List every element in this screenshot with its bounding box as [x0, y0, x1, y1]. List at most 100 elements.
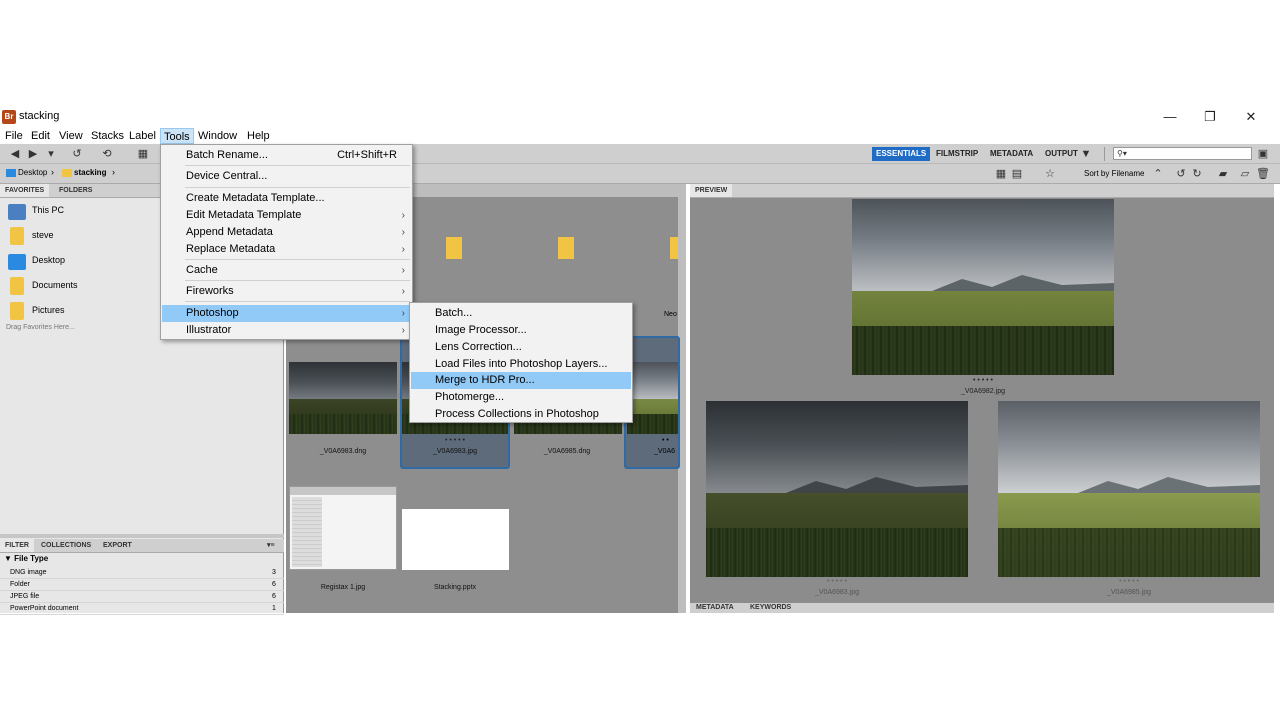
menu-item-cache[interactable]: Cache › — [162, 262, 411, 279]
history-dropdown-icon[interactable]: ▾ — [44, 147, 58, 161]
panel-splitter[interactable] — [0, 534, 284, 538]
compact-mode-icon[interactable]: ▣ — [1256, 147, 1270, 161]
submenu-item-photomerge[interactable]: Photomerge... — [411, 389, 631, 406]
metadata-tabbar: METADATA KEYWORDS — [690, 603, 1274, 613]
tab-folders[interactable]: FOLDERS — [54, 184, 97, 197]
filter-row[interactable]: JPEG file 6 — [0, 591, 284, 603]
favorite-label: This PC — [32, 205, 65, 215]
thumbnail-image[interactable] — [289, 362, 397, 434]
delete-icon[interactable]: 🗑 — [1256, 167, 1270, 181]
tab-export[interactable]: EXPORT — [98, 539, 137, 552]
grid-view-icon[interactable]: ▦ — [994, 167, 1008, 181]
camera-import-icon[interactable]: ▦ — [136, 147, 150, 161]
workspace-filmstrip[interactable]: FILMSTRIP — [932, 147, 982, 161]
folder-label-neo: Neo — [664, 311, 677, 318]
collapse-triangle-icon: ▼ — [4, 554, 12, 563]
menu-separator — [185, 165, 410, 166]
menu-item-create-metadata-template[interactable]: Create Metadata Template... — [162, 190, 411, 207]
tab-favorites[interactable]: FAVORITES — [0, 184, 50, 197]
rating-dots[interactable]: • • — [662, 437, 669, 444]
return-icon[interactable]: ↺ — [70, 147, 84, 161]
menu-file[interactable]: File — [2, 128, 26, 144]
workspace-essentials[interactable]: ESSENTIALS — [872, 147, 931, 161]
sort-direction-icon[interactable]: ⌃ — [1151, 167, 1165, 181]
sort-dropdown[interactable]: Sort by Filename — [1084, 169, 1144, 178]
back-icon[interactable]: ◀ — [8, 147, 22, 161]
thumbnail-image[interactable] — [402, 509, 509, 570]
forward-icon[interactable]: ▶ — [26, 147, 40, 161]
tab-preview[interactable]: PREVIEW — [690, 184, 733, 197]
menu-item-device-central[interactable]: Device Central... — [162, 168, 411, 185]
thumbnail-image[interactable] — [289, 486, 397, 570]
menu-item-append-metadata[interactable]: Append Metadata › — [162, 224, 411, 241]
filter-row[interactable]: Folder 6 — [0, 579, 284, 591]
folder-icon[interactable] — [558, 237, 574, 259]
breadcrumb-stacking[interactable]: stacking — [74, 168, 106, 177]
minimize-button[interactable]: — — [1150, 108, 1190, 126]
filter-row-count: 1 — [272, 605, 276, 612]
menu-window[interactable]: Window — [195, 128, 240, 144]
submenu-item-image-processor[interactable]: Image Processor... — [411, 322, 631, 339]
menu-label[interactable]: Label — [126, 128, 159, 144]
menu-item-photoshop[interactable]: Photoshop › — [162, 305, 411, 322]
workspace-menu-chevron-icon[interactable]: ▼ — [1079, 147, 1093, 161]
tab-filter[interactable]: FILTER — [0, 539, 34, 552]
rating-dots[interactable]: • • • • • — [998, 578, 1260, 585]
tab-keywords[interactable]: KEYWORDS — [750, 604, 791, 611]
filter-row[interactable]: PowerPoint document 1 — [0, 603, 284, 615]
breadcrumb-separator-icon: › — [51, 167, 54, 177]
preview-label: _V0A6983.jpg — [815, 589, 859, 596]
window-title: stacking — [19, 110, 60, 122]
menu-item-edit-metadata-template[interactable]: Edit Metadata Template › — [162, 207, 411, 224]
submenu-item-process-collections[interactable]: Process Collections in Photoshop — [411, 406, 631, 423]
search-icon: ⚲▾ — [1117, 149, 1127, 158]
filter-section-file-type[interactable]: ▼ File Type — [4, 554, 48, 563]
thumbnail-quality-icon[interactable]: ▤ — [1010, 167, 1024, 181]
submenu-item-load-files-into-layers[interactable]: Load Files into Photoshop Layers... — [411, 356, 631, 373]
menu-view[interactable]: View — [56, 128, 86, 144]
menu-item-shortcut: Ctrl+Shift+R — [337, 149, 397, 161]
workspace-metadata[interactable]: METADATA — [986, 147, 1037, 161]
submenu-item-batch[interactable]: Batch... — [411, 305, 631, 322]
thumbnail-image[interactable] — [627, 362, 678, 434]
menu-edit[interactable]: Edit — [28, 128, 53, 144]
submenu-arrow-icon: › — [401, 210, 405, 221]
rotate-left-icon[interactable]: ↺ — [1174, 167, 1188, 181]
workspace-output[interactable]: OUTPUT — [1041, 147, 1082, 161]
filter-row[interactable]: DNG image 3 — [0, 567, 284, 579]
boomerang-icon[interactable]: ⟲ — [100, 147, 114, 161]
menu-item-fireworks[interactable]: Fireworks › — [162, 283, 411, 300]
tab-metadata[interactable]: METADATA — [696, 604, 734, 611]
menu-separator — [185, 187, 410, 188]
rating-dots[interactable]: • • • • • — [400, 437, 510, 444]
menu-help[interactable]: Help — [244, 128, 273, 144]
submenu-item-merge-to-hdr-pro[interactable]: Merge to HDR Pro... — [411, 372, 631, 389]
tab-collections[interactable]: COLLECTIONS — [36, 539, 96, 552]
folder-icon[interactable] — [446, 237, 462, 259]
menu-tools[interactable]: Tools — [160, 128, 194, 144]
preview-image[interactable] — [998, 401, 1260, 577]
menu-stacks[interactable]: Stacks — [88, 128, 127, 144]
rating-dots[interactable]: • • • • • — [852, 377, 1114, 384]
submenu-item-lens-correction[interactable]: Lens Correction... — [411, 339, 631, 356]
close-button[interactable]: ✕ — [1231, 108, 1271, 126]
restore-button[interactable]: ❐ — [1190, 108, 1230, 126]
star-filter-icon[interactable]: ☆ — [1043, 167, 1057, 181]
breadcrumb-separator-icon: › — [112, 167, 115, 177]
documents-icon — [10, 277, 24, 295]
menu-item-batch-rename[interactable]: Batch Rename... Ctrl+Shift+R — [162, 147, 411, 164]
rotate-right-icon[interactable]: ↻ — [1190, 167, 1204, 181]
submenu-arrow-icon: › — [401, 244, 405, 255]
menu-item-replace-metadata[interactable]: Replace Metadata › — [162, 241, 411, 258]
panel-menu-icon[interactable]: ▾≡ — [262, 539, 280, 552]
folder-icon[interactable] — [670, 237, 678, 259]
search-input[interactable]: ⚲▾ — [1113, 147, 1252, 160]
breadcrumb-desktop[interactable]: Desktop — [18, 168, 47, 177]
rating-dots[interactable]: • • • • • — [706, 578, 968, 585]
new-folder-icon[interactable]: ▱ — [1238, 167, 1252, 181]
preview-image[interactable] — [852, 199, 1114, 375]
filter-tabbar: FILTER COLLECTIONS EXPORT ▾≡ — [0, 539, 284, 553]
preview-image[interactable] — [706, 401, 968, 577]
menu-item-illustrator[interactable]: Illustrator › — [162, 322, 411, 339]
open-recent-icon[interactable]: ▰ — [1216, 167, 1230, 181]
